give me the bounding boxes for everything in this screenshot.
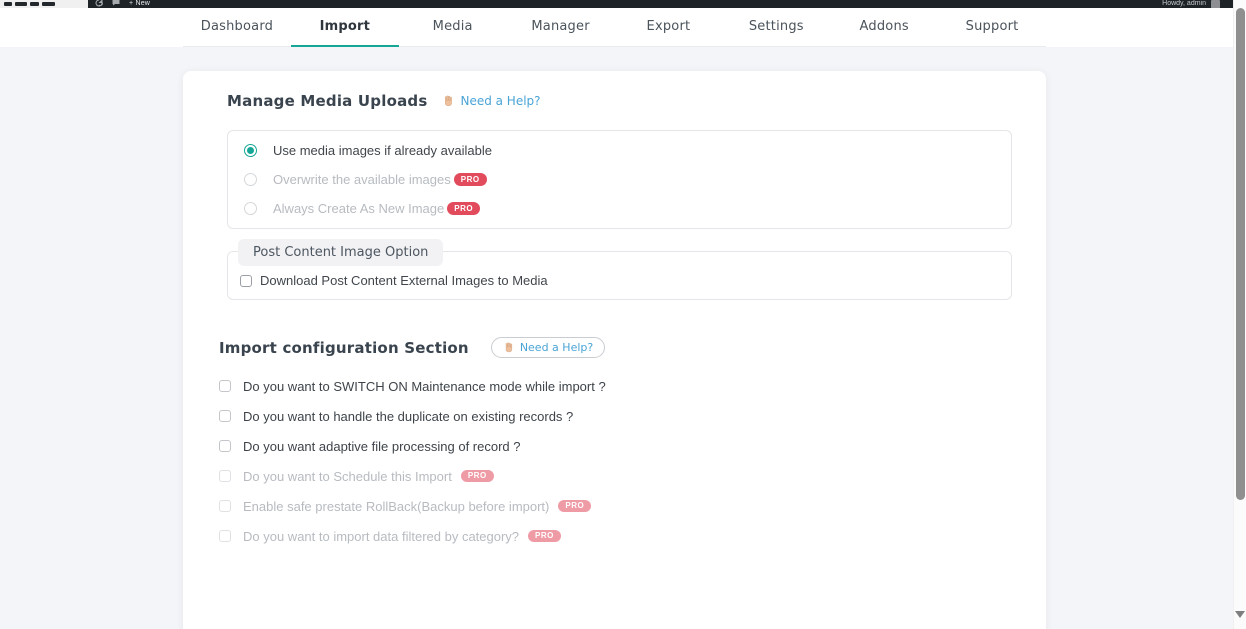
checkbox-do-you-want-to-handle-the-duplicate-on-existing-records[interactable] [219, 410, 231, 422]
site-name-cutoff-text [4, 1, 64, 7]
media-section-header: Manage Media Uploads Need a Help? [227, 92, 1012, 110]
checkbox-label: Do you want to SWITCH ON Maintenance mod… [243, 379, 606, 394]
config-option-enable-safe-prestate-rollback-backup-before-import: Enable safe prestate RollBack(Backup bef… [219, 491, 1012, 521]
tab-media[interactable]: Media [399, 8, 507, 47]
config-option-do-you-want-to-switch-on-maintenance-mode-while-import: Do you want to SWITCH ON Maintenance mod… [219, 371, 1012, 401]
pro-badge: PRO [447, 202, 480, 215]
post-content-legend: Post Content Image Option [238, 239, 443, 266]
tab-support[interactable]: Support [938, 8, 1046, 47]
pro-badge: PRO [454, 173, 487, 186]
post-content-checkbox-row: Download Post Content External Images to… [240, 273, 1011, 288]
checkbox-do-you-want-adaptive-file-processing-of-record[interactable] [219, 440, 231, 452]
config-option-do-you-want-to-import-data-filtered-by-category: Do you want to import data filtered by c… [219, 521, 1012, 551]
checkbox-do-you-want-to-switch-on-maintenance-mode-while-import[interactable] [219, 380, 231, 392]
hand-icon [503, 341, 515, 354]
import-section-header: Import configuration Section Need a Help… [219, 337, 1012, 358]
post-content-image-option-box: Post Content Image Option Download Post … [227, 251, 1012, 300]
import-config-list: Do you want to SWITCH ON Maintenance mod… [219, 371, 1012, 551]
checkbox-enable-safe-prestate-rollback-backup-before-import [219, 500, 231, 512]
new-label: New [135, 0, 150, 7]
radio-use-media-images-if-already-available[interactable] [244, 144, 257, 157]
download-external-images-checkbox[interactable] [240, 275, 252, 287]
scrollbar-thumb[interactable] [1236, 8, 1245, 500]
tab-import[interactable]: Import [291, 8, 399, 47]
pro-badge: PRO [461, 470, 494, 483]
wp-admin-bar: + New Howdy, admin [0, 0, 1246, 8]
checkbox-label: Enable safe prestate RollBack(Backup bef… [243, 499, 549, 514]
tab-export[interactable]: Export [615, 8, 723, 47]
admin-bar-site-highlight[interactable] [0, 0, 88, 8]
import-section-title: Import configuration Section [219, 339, 469, 357]
radio-label: Overwrite the available images [273, 172, 451, 187]
main-card: Manage Media Uploads Need a Help? Use me… [183, 71, 1046, 629]
scrollbar-down-arrow[interactable] [1235, 611, 1245, 618]
radio-option-use-media-images-if-already-available: Use media images if already available [244, 136, 1011, 165]
checkbox-label: Do you want adaptive file processing of … [243, 439, 521, 454]
radio-overwrite-the-available-images [244, 173, 257, 186]
updates-icon[interactable] [95, 0, 103, 8]
tab-manager[interactable]: Manager [507, 8, 615, 47]
browser-scrollbar[interactable] [1233, 0, 1246, 629]
plus-icon: + [129, 0, 133, 7]
radio-option-overwrite-the-available-images: Overwrite the available imagesPRO [244, 165, 1011, 194]
checkbox-label: Do you want to Schedule this Import [243, 469, 452, 484]
howdy-label[interactable]: Howdy, admin [1162, 0, 1206, 8]
pro-badge: PRO [528, 530, 561, 543]
radio-option-always-create-as-new-image: Always Create As New ImagePRO [244, 194, 1011, 223]
config-option-do-you-want-to-schedule-this-import: Do you want to Schedule this Import PRO [219, 461, 1012, 491]
media-help-link[interactable]: Need a Help? [442, 94, 540, 108]
media-help-label: Need a Help? [460, 94, 540, 108]
media-section-title: Manage Media Uploads [227, 92, 427, 110]
checkbox-label: Do you want to import data filtered by c… [243, 529, 519, 544]
radio-label: Use media images if already available [273, 143, 492, 158]
pro-badge: PRO [558, 500, 591, 513]
media-options-box: Use media images if already available Ove… [227, 130, 1012, 229]
import-help-label: Need a Help? [520, 341, 593, 354]
download-external-images-label: Download Post Content External Images to… [260, 273, 548, 288]
hand-icon [442, 94, 455, 108]
config-option-do-you-want-to-handle-the-duplicate-on-existing-records: Do you want to handle the duplicate on e… [219, 401, 1012, 431]
comments-icon[interactable] [112, 0, 120, 8]
import-help-button[interactable]: Need a Help? [491, 337, 605, 358]
admin-bar-new-button[interactable]: + New [129, 0, 150, 8]
checkbox-do-you-want-to-schedule-this-import [219, 470, 231, 482]
checkbox-do-you-want-to-import-data-filtered-by-category [219, 530, 231, 542]
radio-label: Always Create As New Image [273, 201, 444, 216]
radio-always-create-as-new-image [244, 202, 257, 215]
avatar[interactable] [1211, 0, 1220, 8]
config-option-do-you-want-adaptive-file-processing-of-record: Do you want adaptive file processing of … [219, 431, 1012, 461]
tab-dashboard[interactable]: Dashboard [183, 8, 291, 47]
plugin-nav-tabs: DashboardImportMediaManagerExportSetting… [183, 8, 1046, 47]
checkbox-label: Do you want to handle the duplicate on e… [243, 409, 573, 424]
tab-addons[interactable]: Addons [830, 8, 938, 47]
tab-settings[interactable]: Settings [722, 8, 830, 47]
